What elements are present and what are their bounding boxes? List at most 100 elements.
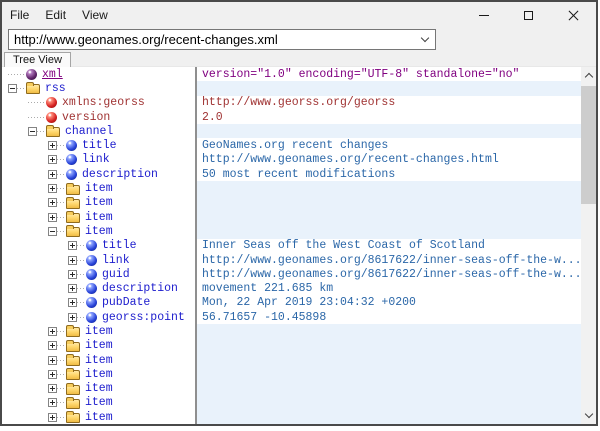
tree-node-description[interactable]: description <box>2 167 195 181</box>
tree-node-description[interactable]: description <box>2 281 195 295</box>
expand-icon[interactable] <box>68 298 77 307</box>
tree-node-rss[interactable]: rss <box>2 81 195 95</box>
minimize-icon <box>479 15 489 16</box>
tree-node-item[interactable]: item <box>2 224 195 238</box>
value-row <box>197 210 581 224</box>
tree-connector <box>57 388 66 389</box>
value-row <box>197 339 581 353</box>
tree-node-label: xml <box>42 68 63 81</box>
value-text: Mon, 22 Apr 2019 23:04:32 +0200 <box>202 296 416 309</box>
expand-icon[interactable] <box>48 384 57 393</box>
tree-node-link[interactable]: link <box>2 153 195 167</box>
scroll-down-button[interactable] <box>581 407 596 424</box>
url-combobox[interactable]: http://www.geonames.org/recent-changes.x… <box>8 29 436 50</box>
expand-icon[interactable] <box>48 198 57 207</box>
element-ball-icon <box>86 240 97 251</box>
value-text: http://www.geonames.org/8617622/inner-se… <box>202 268 581 281</box>
expand-icon[interactable] <box>48 155 57 164</box>
tree-node-label: title <box>102 239 137 252</box>
tree-node-label: pubDate <box>102 296 150 309</box>
vertical-scrollbar <box>581 67 596 424</box>
maximize-button[interactable] <box>506 2 551 28</box>
value-row: http://www.georss.org/georss <box>197 96 581 110</box>
tree-node-xml[interactable]: xml <box>2 67 195 81</box>
tree-node-title[interactable]: title <box>2 239 195 253</box>
collapse-icon[interactable] <box>8 84 17 93</box>
tree-node-item[interactable]: item <box>2 324 195 338</box>
tree-node-title[interactable]: title <box>2 138 195 152</box>
tree-connector <box>57 231 66 232</box>
value-row: Inner Seas off the West Coast of Scotlan… <box>197 239 581 253</box>
value-row <box>197 196 581 210</box>
folder-icon <box>66 213 80 223</box>
value-text: Inner Seas off the West Coast of Scotlan… <box>202 239 485 252</box>
expand-icon[interactable] <box>48 341 57 350</box>
expand-icon[interactable] <box>68 270 77 279</box>
tree-node-item[interactable]: item <box>2 396 195 410</box>
expand-icon[interactable] <box>48 398 57 407</box>
tree-node-link[interactable]: link <box>2 253 195 267</box>
folder-icon <box>66 327 80 337</box>
scroll-up-button[interactable] <box>581 67 596 84</box>
tree-connector <box>57 188 66 189</box>
tree-connector <box>57 331 66 332</box>
expand-icon[interactable] <box>48 327 57 336</box>
folder-icon <box>66 399 80 409</box>
tree-connector <box>28 102 46 103</box>
pi-ball-icon <box>26 69 37 80</box>
expand-icon[interactable] <box>48 356 57 365</box>
tree-node-pubdate[interactable]: pubDate <box>2 296 195 310</box>
minimize-button[interactable] <box>461 2 506 28</box>
scrollbar-thumb[interactable] <box>581 86 596 204</box>
tree-node-label: description <box>82 168 158 181</box>
url-input[interactable]: http://www.geonames.org/recent-changes.x… <box>9 32 415 47</box>
value-text: 2.0 <box>202 111 223 124</box>
tree-node-label: item <box>85 368 113 381</box>
tree-node-item[interactable]: item <box>2 382 195 396</box>
tree-connector <box>8 74 26 75</box>
expand-icon[interactable] <box>68 313 77 322</box>
tree-node-version[interactable]: version <box>2 110 195 124</box>
folder-icon <box>46 127 60 137</box>
element-ball-icon <box>86 283 97 294</box>
tree-connector <box>57 159 66 160</box>
tab-tree-view[interactable]: Tree View <box>4 52 71 67</box>
url-row: http://www.geonames.org/recent-changes.x… <box>2 28 596 52</box>
collapse-icon[interactable] <box>48 227 57 236</box>
tree-node-item[interactable]: item <box>2 410 195 424</box>
expand-icon[interactable] <box>68 284 77 293</box>
expand-icon[interactable] <box>68 241 77 250</box>
expand-icon[interactable] <box>68 256 77 265</box>
value-row: Mon, 22 Apr 2019 23:04:32 +0200 <box>197 296 581 310</box>
tree-node-item[interactable]: item <box>2 196 195 210</box>
tree-node-item[interactable]: item <box>2 353 195 367</box>
menu-file[interactable]: File <box>2 2 37 28</box>
menu-view[interactable]: View <box>74 2 116 28</box>
close-button[interactable] <box>551 2 596 28</box>
expand-icon[interactable] <box>48 213 57 222</box>
tree-node-item[interactable]: item <box>2 210 195 224</box>
tree-node-label: rss <box>45 82 66 95</box>
expand-icon[interactable] <box>48 413 57 422</box>
tree-node-xmlns-georss[interactable]: xmlns:georss <box>2 96 195 110</box>
tree-node-item[interactable]: item <box>2 367 195 381</box>
tree-node-georss-point[interactable]: georss:point <box>2 310 195 324</box>
tree-connector <box>17 88 26 89</box>
tree-node-item[interactable]: item <box>2 181 195 195</box>
expand-icon[interactable] <box>48 141 57 150</box>
expand-icon[interactable] <box>48 170 57 179</box>
expand-icon[interactable] <box>48 370 57 379</box>
tree-node-channel[interactable]: channel <box>2 124 195 138</box>
folder-icon <box>66 199 80 209</box>
element-ball-icon <box>66 169 77 180</box>
url-dropdown-button[interactable] <box>415 30 435 49</box>
value-row: http://www.geonames.org/8617622/inner-se… <box>197 253 581 267</box>
folder-icon <box>66 413 80 423</box>
collapse-icon[interactable] <box>28 127 37 136</box>
menu-edit[interactable]: Edit <box>37 2 74 28</box>
tree-connector <box>57 360 66 361</box>
expand-icon[interactable] <box>48 184 57 193</box>
tree-node-label: item <box>85 354 113 367</box>
tree-node-guid[interactable]: guid <box>2 267 195 281</box>
tree-node-item[interactable]: item <box>2 339 195 353</box>
